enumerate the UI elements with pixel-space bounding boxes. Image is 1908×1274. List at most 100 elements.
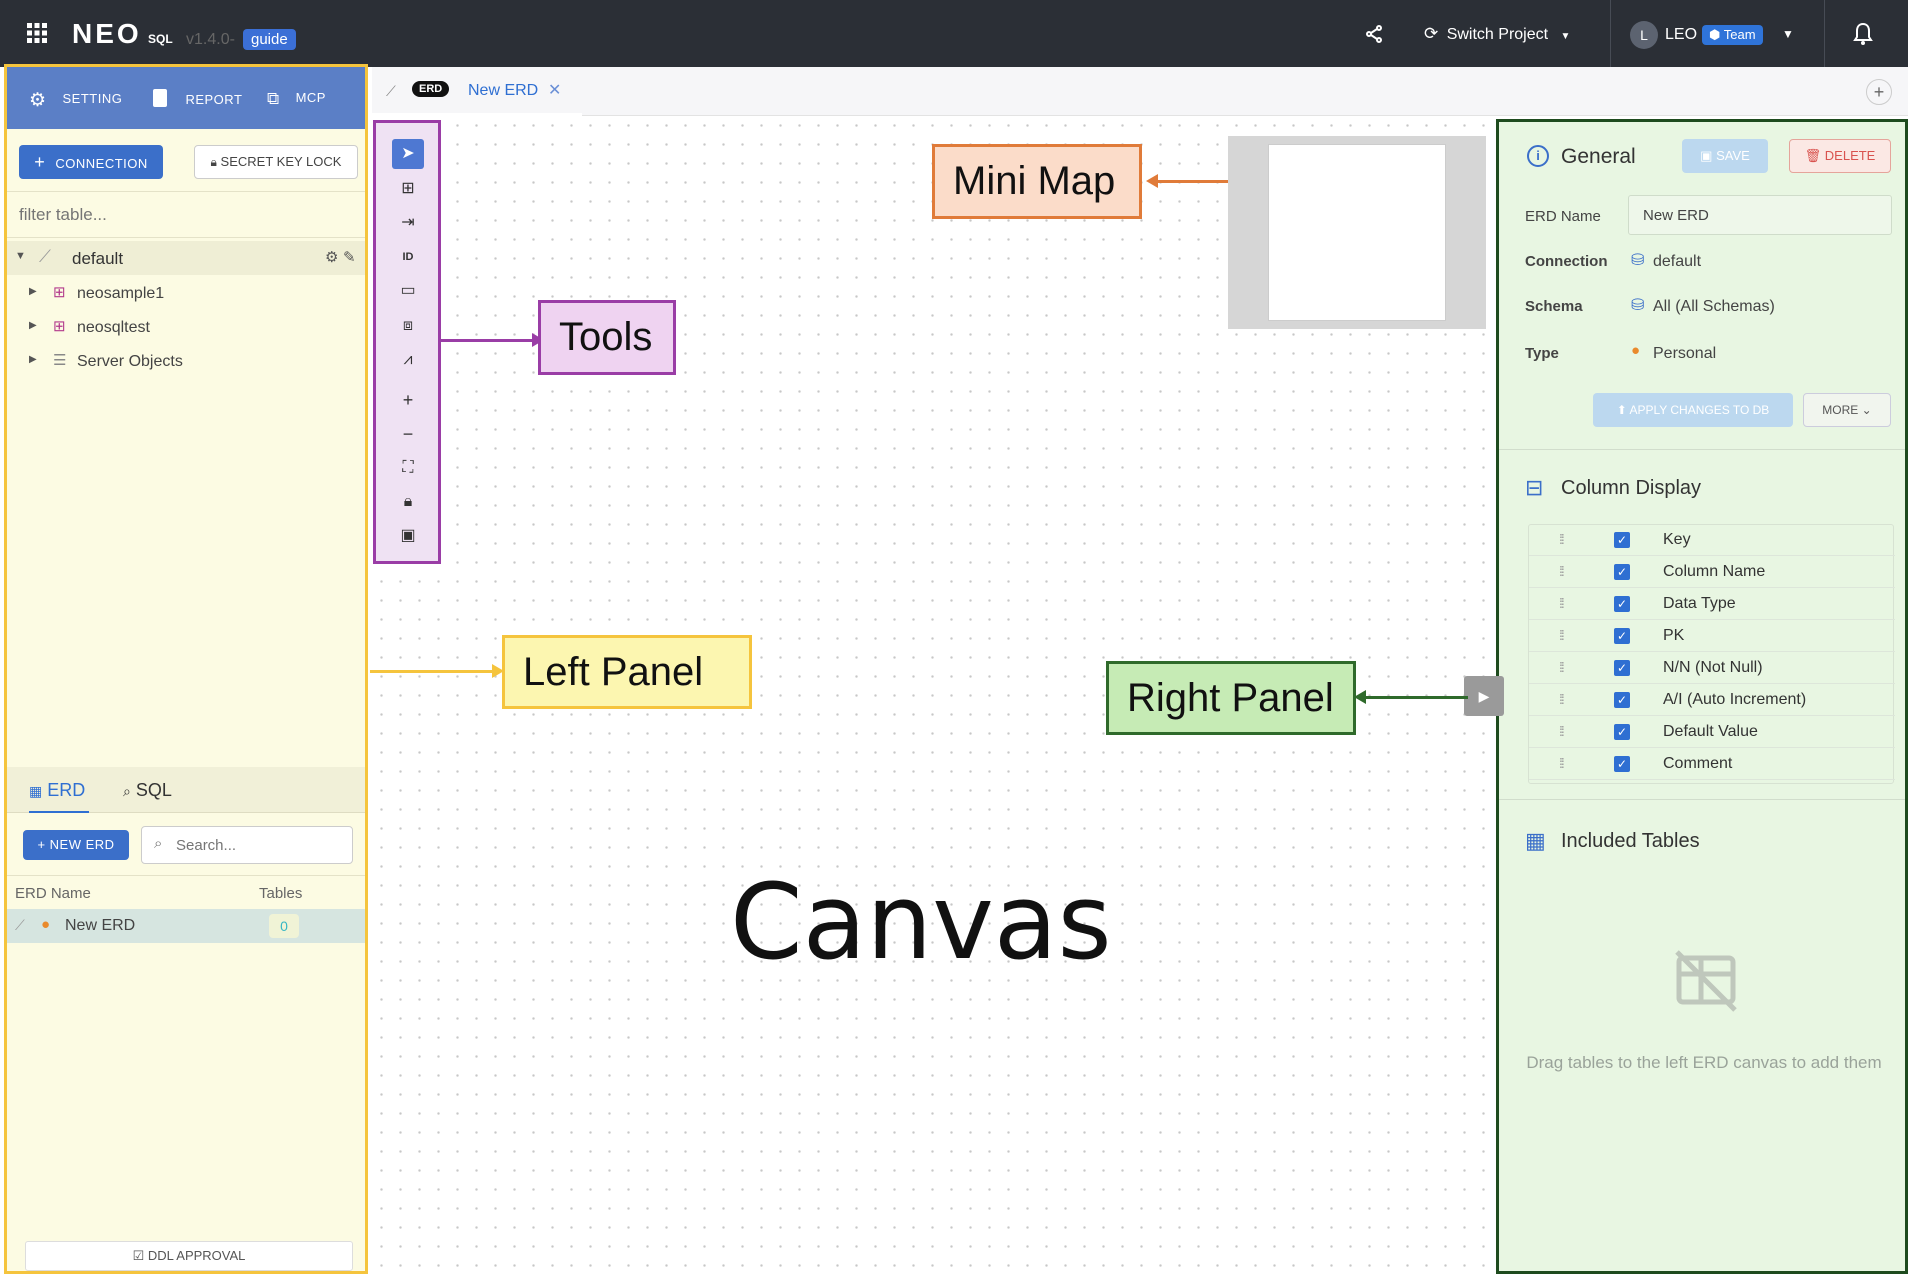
add-table-icon[interactable]: ⊞ (392, 174, 424, 204)
column-display-row[interactable]: ⁞⁞ ✓ N/N (Not Null) (1529, 652, 1895, 684)
server-icon: ☰ (53, 352, 67, 369)
column-display-row[interactable]: ⁞⁞ ✓ A/I (Auto Increment) (1529, 684, 1895, 716)
comment-note-icon[interactable]: ▭ (392, 276, 424, 306)
settings-small-icon[interactable]: ⚙ (325, 248, 338, 266)
column-display-title: Column Display (1561, 477, 1702, 499)
report-menu[interactable]: REPORT (153, 89, 242, 112)
mini-map-viewport[interactable] (1268, 144, 1446, 321)
save-button[interactable]: ▣ SAVE (1682, 139, 1768, 173)
type-label: Type (1525, 345, 1559, 362)
erd-name-input[interactable] (1628, 195, 1892, 235)
share-icon[interactable] (1364, 24, 1384, 49)
tab-sql[interactable]: ⌕ SQL (123, 780, 172, 801)
checkbox-checked-icon[interactable]: ✓ (1614, 564, 1630, 580)
personal-user-icon: ● (1631, 342, 1641, 359)
connection-label: CONNECTION (55, 156, 148, 171)
drag-handle-icon[interactable]: ⁞⁞ (1559, 531, 1565, 547)
tools-annotation-arrow (441, 339, 537, 342)
setting-label: SETTING (62, 91, 123, 106)
apps-grid-icon[interactable] (26, 22, 48, 44)
erd-table-row[interactable]: ⟋ ● New ERD 0 (7, 909, 365, 943)
col-header-tables[interactable]: Tables (259, 885, 302, 902)
tree-item-neosample1[interactable]: ▶ ⊞ neosample1 (7, 277, 365, 311)
fit-screen-icon[interactable]: ⛶ (392, 453, 424, 483)
zoom-in-icon[interactable]: + (392, 385, 424, 415)
section-divider (1499, 799, 1905, 800)
column-display-row[interactable]: ⁞⁞ ✓ Key (1529, 524, 1895, 556)
tab-erd[interactable]: ▦ ERD (29, 780, 85, 801)
database-icon: ⛁ (1631, 297, 1645, 314)
checkbox-checked-icon[interactable]: ✓ (1614, 692, 1630, 708)
export-image-icon[interactable]: ▣ (392, 521, 424, 551)
column-display-row[interactable]: ⁞⁞ ✓ PK (1529, 620, 1895, 652)
user-menu-caret-icon[interactable]: ▼ (1782, 27, 1794, 41)
checkbox-checked-icon[interactable]: ✓ (1614, 660, 1630, 676)
new-erd-button[interactable]: + NEW ERD (23, 830, 129, 860)
tree-item-neosqltest[interactable]: ▶ ⊞ neosqltest (7, 311, 365, 345)
drag-handle-icon[interactable]: ⁞⁞ (1559, 723, 1565, 739)
mini-map[interactable] (1228, 136, 1486, 329)
right-panel-toggle[interactable]: ▶ (1464, 676, 1504, 716)
save-disk-icon: ▣ (1700, 148, 1713, 163)
drag-handle-icon[interactable]: ⁞⁞ (1559, 659, 1565, 675)
right-panel-annotation-arrow (1362, 696, 1468, 699)
ddl-approval-label: DDL APPROVAL (147, 1248, 246, 1263)
apply-changes-button[interactable]: ⬆ APPLY CHANGES TO DB (1593, 393, 1793, 427)
close-tab-icon[interactable]: ✕ (548, 80, 561, 100)
secret-key-lock-button[interactable]: 🔒︎ SECRET KEY LOCK (194, 145, 358, 179)
canvas-annotation: Canvas (730, 861, 1112, 983)
id-column-icon[interactable]: ID (392, 242, 424, 272)
mcp-label: MCP (295, 90, 326, 105)
erd-search-input[interactable] (176, 833, 346, 857)
drag-handle-icon[interactable]: ⁞⁞ (1559, 627, 1565, 643)
lock-icon[interactable]: 🔒︎ (392, 487, 424, 517)
checkbox-checked-icon[interactable]: ✓ (1614, 596, 1630, 612)
more-button[interactable]: MORE ⌄ (1803, 393, 1891, 427)
select-pointer-icon[interactable]: ➤ (392, 139, 424, 169)
tree-root-default[interactable]: ▼ ⟋ default ⚙ ✎ (7, 241, 365, 275)
bell-icon[interactable] (1852, 22, 1874, 51)
tab-new-erd[interactable]: New ERD (468, 82, 538, 100)
erd-search-box[interactable]: ⌕ (141, 826, 353, 864)
column-display-row[interactable]: ⁞⁞ ✓ Data Type (1529, 588, 1895, 620)
schema-icon: ⊞ (53, 318, 66, 335)
erd-row-tables-count: 0 (269, 914, 299, 938)
tree-item-server-objects[interactable]: ▶ ☰ Server Objects (7, 345, 365, 379)
drag-handle-icon[interactable]: ⁞⁞ (1559, 691, 1565, 707)
panel-divider (7, 875, 365, 876)
column-display-row[interactable]: ⁞⁞ ✓ Default Value (1529, 716, 1895, 748)
edit-pencil-icon[interactable]: ✎ (343, 248, 356, 266)
auto-layout-icon[interactable]: ⩘ (392, 345, 424, 375)
col-header-erd-name[interactable]: ERD Name (15, 885, 91, 902)
column-display-row[interactable]: ⁞⁞ ✓ Comment (1529, 748, 1895, 780)
zoom-out-icon[interactable]: − (392, 419, 424, 449)
drag-handle-icon[interactable]: ⁞⁞ (1559, 595, 1565, 611)
connection-label: Connection (1525, 253, 1608, 270)
erd-type-badge: ERD (412, 81, 450, 97)
checkbox-checked-icon[interactable]: ✓ (1614, 756, 1630, 772)
right-panel: i General ▣ SAVE 🗑︎ DELETE ERD Name Conn… (1496, 119, 1908, 1274)
relation-line-icon[interactable]: ⇥ (392, 208, 424, 238)
area-group-icon[interactable]: ⧈ (392, 311, 424, 341)
ddl-approval-button[interactable]: ☑ DDL APPROVAL (25, 1241, 353, 1271)
drag-handle-icon[interactable]: ⁞⁞ (1559, 563, 1565, 579)
mcp-menu[interactable]: ⧉ MCP (267, 89, 326, 109)
setting-menu[interactable]: ⚙ SETTING (29, 89, 122, 112)
checkbox-checked-icon[interactable]: ✓ (1614, 628, 1630, 644)
section-divider (1499, 449, 1905, 450)
add-tab-button[interactable]: + (1866, 79, 1892, 105)
switch-project-button[interactable]: ⟳ Switch Project ▼ (1424, 24, 1570, 46)
avatar[interactable]: L (1630, 21, 1658, 49)
filter-table-input[interactable] (7, 193, 365, 237)
tools-annotation: Tools (538, 300, 676, 375)
erd-row-name: New ERD (65, 917, 136, 934)
checkbox-checked-icon[interactable]: ✓ (1614, 724, 1630, 740)
add-connection-button[interactable]: + CONNECTION (19, 145, 163, 179)
erd-row-icon: ⟋ (15, 917, 25, 933)
delete-button[interactable]: 🗑︎ DELETE (1789, 139, 1891, 173)
column-display-row[interactable]: ⁞⁞ ✓ Column Name (1529, 556, 1895, 588)
checkbox-checked-icon[interactable]: ✓ (1614, 532, 1630, 548)
drag-handle-icon[interactable]: ⁞⁞ (1559, 755, 1565, 771)
erd-tab-icon: ⟋ (386, 83, 396, 99)
schema-icon: ⊞ (53, 284, 66, 301)
